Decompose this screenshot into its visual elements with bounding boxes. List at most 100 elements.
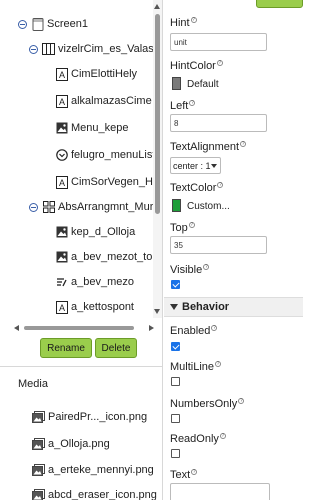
hintcolor-label-text: HintColor xyxy=(170,60,216,72)
tree-item-label: felugro_menuListe xyxy=(71,149,153,161)
tree-item-label: CimSorVegen_He xyxy=(71,176,153,188)
scroll-left-icon[interactable] xyxy=(14,325,19,331)
enabled-checkbox[interactable] xyxy=(171,342,180,351)
tree-item-label-component[interactable]: A a_kettospont xyxy=(55,298,134,316)
readonly-checkbox[interactable] xyxy=(171,449,180,458)
media-item[interactable]: a_erteke_mennyi.png xyxy=(32,461,162,479)
help-icon[interactable]: ? xyxy=(188,222,195,228)
tree-item-textbox-component[interactable]: a_bev_mezo xyxy=(55,273,134,291)
tree-horizontal-scrollbar[interactable] xyxy=(14,324,154,332)
help-icon[interactable]: ? xyxy=(217,182,224,188)
properties-panel: Hint? unit HintColor? Default Left? 8 Te… xyxy=(164,0,303,500)
rename-button[interactable]: Rename xyxy=(40,338,92,358)
top-label-text: Top xyxy=(170,222,188,234)
textcolor-value[interactable]: Custom... xyxy=(187,201,230,212)
collapse-icon[interactable] xyxy=(29,44,38,54)
scroll-right-icon[interactable] xyxy=(149,325,154,331)
readonly-label: ReadOnly? xyxy=(170,433,226,445)
enabled-label-text: Enabled xyxy=(170,325,211,337)
hintcolor-value[interactable]: Default xyxy=(187,79,219,90)
label-icon: A xyxy=(55,300,68,314)
help-icon[interactable]: ? xyxy=(216,60,223,66)
svg-text:A: A xyxy=(58,70,64,80)
help-icon[interactable]: ? xyxy=(203,264,210,270)
scroll-up-icon[interactable] xyxy=(154,4,160,9)
tree-item-label-component[interactable]: A CimElottiHely xyxy=(55,65,137,83)
textcolor-label: TextColor? xyxy=(170,182,224,194)
help-icon[interactable]: ? xyxy=(191,469,198,475)
image-file-icon xyxy=(32,489,45,500)
image-icon xyxy=(55,122,68,135)
text-label: Text? xyxy=(170,469,198,481)
image-file-icon xyxy=(32,411,45,424)
label-icon: A xyxy=(55,94,68,108)
tree-item-listpicker-component[interactable]: felugro_menuListe xyxy=(55,146,153,164)
media-item-label: PairedPr..._icon.png xyxy=(48,411,148,423)
tree-item-vertical-arrangement[interactable]: vizelrCim_es_Valas xyxy=(29,40,153,58)
textalignment-label: TextAlignment? xyxy=(170,141,247,153)
hintcolor-swatch[interactable] xyxy=(172,77,181,90)
media-item[interactable]: abcd_eraser_icon.png xyxy=(32,486,162,500)
media-item[interactable]: a_Olloja.png xyxy=(32,435,162,453)
tree-item-image-component[interactable]: kep_d_Olloja xyxy=(55,223,135,241)
listpicker-icon xyxy=(55,149,68,162)
tree-item-absolute-arrangement[interactable]: AbsArrangmnt_Mur xyxy=(29,198,153,216)
tree-item-label: alkalmazasCime xyxy=(71,95,152,107)
numbersonly-label: NumbersOnly? xyxy=(170,398,245,410)
media-item[interactable]: PairedPr..._icon.png xyxy=(32,408,162,426)
top-action-button[interactable] xyxy=(256,0,303,8)
tree-item-label: vizelrCim_es_Valas xyxy=(58,43,153,55)
help-icon[interactable]: ? xyxy=(190,17,197,23)
svg-text:A: A xyxy=(58,97,64,107)
tree-item-label: kep_d_Olloja xyxy=(71,226,136,238)
tree-item-label-component[interactable]: A CimSorVegen_He xyxy=(55,173,153,191)
help-icon[interactable]: ? xyxy=(215,361,222,367)
tree-item-label-component[interactable]: A alkalmazasCime xyxy=(55,92,152,110)
hint-label-text: Hint xyxy=(170,17,190,29)
tree-item-label: CimElottiHely xyxy=(71,68,138,80)
text-input[interactable] xyxy=(170,483,270,500)
help-icon[interactable]: ? xyxy=(240,141,247,147)
textalignment-value: center : 1 xyxy=(173,160,211,171)
scroll-thumb[interactable] xyxy=(155,14,160,214)
textcolor-swatch[interactable] xyxy=(172,199,181,212)
tree-item-label: a_bev_mezo xyxy=(71,276,134,288)
collapse-icon[interactable] xyxy=(18,19,27,29)
vertical-arrangement-icon xyxy=(42,43,55,56)
multiline-checkbox[interactable] xyxy=(171,377,180,386)
media-title: Media xyxy=(18,378,48,390)
multiline-label-text: MultiLine xyxy=(170,361,215,373)
image-icon xyxy=(55,226,68,239)
help-icon[interactable]: ? xyxy=(219,433,226,439)
media-item-label: abcd_eraser_icon.png xyxy=(48,489,157,500)
tree-item-label: AbsArrangmnt_Mur xyxy=(58,201,153,213)
tree-item-label: a_kettospont xyxy=(71,301,134,313)
scroll-thumb[interactable] xyxy=(24,326,134,330)
collapse-triangle-icon xyxy=(170,304,178,310)
numbersonly-label-text: NumbersOnly xyxy=(170,398,238,410)
help-icon[interactable]: ? xyxy=(189,100,196,106)
collapse-icon[interactable] xyxy=(29,202,38,212)
behavior-section-header[interactable]: Behavior xyxy=(164,297,303,317)
hint-input[interactable]: unit xyxy=(170,33,267,51)
help-icon[interactable]: ? xyxy=(211,325,218,331)
textalignment-select[interactable]: center : 1 xyxy=(170,157,221,174)
left-label: Left? xyxy=(170,100,196,112)
tree-item-screen[interactable]: Screen1 xyxy=(18,15,88,33)
enabled-label: Enabled? xyxy=(170,325,218,337)
components-panel: Screen1 vizelrCim_es_Valas A CimElottiHe… xyxy=(0,0,163,500)
svg-text:A: A xyxy=(58,303,64,313)
help-icon[interactable]: ? xyxy=(238,398,245,404)
visible-checkbox[interactable] xyxy=(171,280,180,289)
tree-item-image-component[interactable]: a_bev_mezot_to xyxy=(55,248,152,266)
scroll-down-icon[interactable] xyxy=(154,309,160,314)
text-label-text: Text xyxy=(170,469,191,481)
textcolor-label-text: TextColor xyxy=(170,182,217,194)
delete-button[interactable]: Delete xyxy=(95,338,137,358)
top-input[interactable]: 35 xyxy=(170,236,267,254)
tree-vertical-scrollbar[interactable] xyxy=(153,0,162,318)
left-label-text: Left xyxy=(170,100,189,112)
left-input[interactable]: 8 xyxy=(170,114,267,132)
numbersonly-checkbox[interactable] xyxy=(171,414,180,423)
tree-item-image-component[interactable]: Menu_kepe xyxy=(55,119,129,137)
